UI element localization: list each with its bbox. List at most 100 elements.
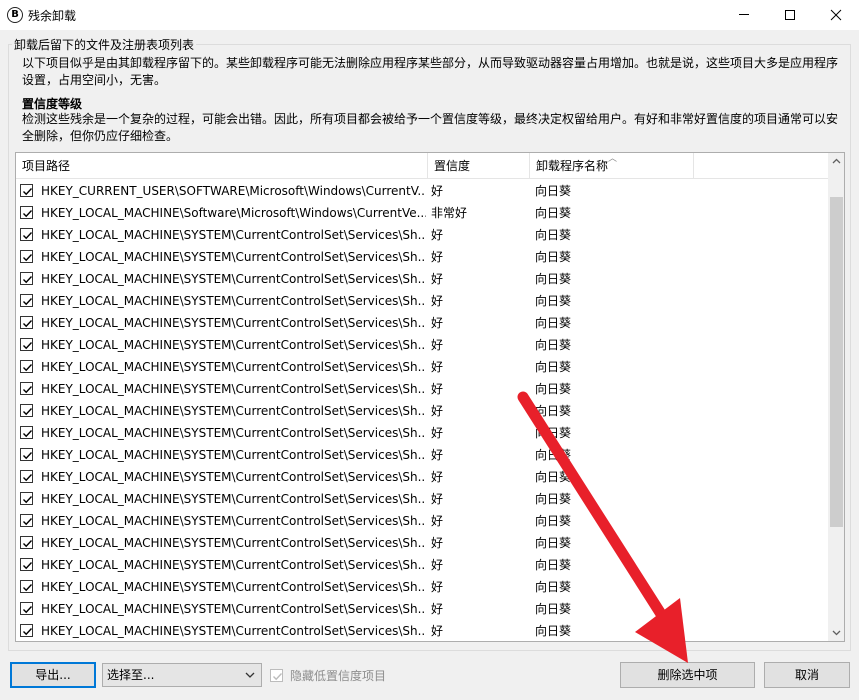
row-confidence: 好 [431,382,444,396]
row-path: HKEY_LOCAL_MACHINE\SYSTEM\CurrentControl… [41,426,426,440]
maximize-button[interactable] [767,0,813,30]
table-row[interactable]: HKEY_LOCAL_MACHINE\Software\Microsoft\Wi… [16,202,828,224]
row-checkbox[interactable] [20,470,33,483]
select-to-value: 选择至... [107,668,155,682]
table-row[interactable]: HKEY_LOCAL_MACHINE\SYSTEM\CurrentControl… [16,312,828,334]
row-checkbox[interactable] [20,184,33,197]
row-confidence: 好 [431,514,444,528]
row-checkbox[interactable] [20,558,33,571]
row-uninstaller: 向日葵 [535,338,572,352]
table-row[interactable]: HKEY_LOCAL_MACHINE\SYSTEM\CurrentControl… [16,268,828,290]
table-row[interactable]: HKEY_LOCAL_MACHINE\SYSTEM\CurrentControl… [16,378,828,400]
column-header-path[interactable]: 项目路径 [16,153,428,179]
checkmark-icon [23,474,33,482]
table-row[interactable]: HKEY_LOCAL_MACHINE\SYSTEM\CurrentControl… [16,554,828,576]
row-checkbox[interactable] [20,536,33,549]
export-button[interactable]: 导出... [10,662,96,688]
table-row[interactable]: HKEY_LOCAL_MACHINE\SYSTEM\CurrentControl… [16,246,828,268]
checkmark-icon [23,496,33,504]
confidence-description: 检测这些残余是一个复杂的过程，可能会出错。因此，所有项目都会被给予一个置信度等级… [22,112,839,143]
row-checkbox[interactable] [20,338,33,351]
vertical-scrollbar[interactable] [828,153,844,641]
table-row[interactable]: HKEY_LOCAL_MACHINE\SYSTEM\CurrentControl… [16,224,828,246]
row-checkbox[interactable] [20,272,33,285]
dialog-client: 卸载后留下的文件及注册表项列表 以下项目似乎是由其卸载程序留下的。某些卸载程序可… [0,30,859,700]
row-confidence: 好 [431,272,444,286]
minimize-button[interactable] [721,0,767,30]
scroll-down-button[interactable] [828,624,844,641]
row-confidence: 好 [431,536,444,550]
hide-low-confidence-checkbox[interactable] [270,669,283,682]
checkmark-icon [23,342,33,350]
row-checkbox[interactable] [20,448,33,461]
list-header: 项目路径 置信度 卸载程序名称 ︿ [16,153,828,179]
table-row[interactable]: HKEY_LOCAL_MACHINE\SYSTEM\CurrentControl… [16,356,828,378]
scroll-up-button[interactable] [828,153,844,170]
checkmark-icon [23,210,33,218]
row-checkbox[interactable] [20,404,33,417]
row-confidence: 好 [431,470,444,484]
app-b-icon: B [7,7,23,23]
checkmark-icon [23,188,33,196]
column-header-confidence[interactable]: 置信度 [428,153,530,179]
row-confidence: 好 [431,492,444,506]
row-confidence: 好 [431,580,444,594]
checkmark-icon [23,364,33,372]
table-row[interactable]: HKEY_LOCAL_MACHINE\SYSTEM\CurrentControl… [16,488,828,510]
row-checkbox[interactable] [20,382,33,395]
table-row[interactable]: HKEY_LOCAL_MACHINE\SYSTEM\CurrentControl… [16,290,828,312]
checkmark-icon [23,518,33,526]
delete-selected-button[interactable]: 删除选中项 [620,662,755,688]
table-row[interactable]: HKEY_LOCAL_MACHINE\SYSTEM\CurrentControl… [16,510,828,532]
row-checkbox[interactable] [20,624,33,637]
group-legend: 卸载后留下的文件及注册表项列表 [12,36,197,53]
row-uninstaller: 向日葵 [535,184,572,198]
table-row[interactable]: HKEY_LOCAL_MACHINE\SYSTEM\CurrentControl… [16,400,828,422]
row-path: HKEY_LOCAL_MACHINE\SYSTEM\CurrentControl… [41,404,426,418]
table-row[interactable]: HKEY_LOCAL_MACHINE\SYSTEM\CurrentControl… [16,598,828,620]
row-checkbox[interactable] [20,580,33,593]
row-path: HKEY_LOCAL_MACHINE\SYSTEM\CurrentControl… [41,558,426,572]
table-row[interactable]: HKEY_CURRENT_USER\SOFTWARE\Microsoft\Win… [16,180,828,202]
leftovers-list[interactable]: 项目路径 置信度 卸载程序名称 ︿ HKEY_CURRENT_USER\SOFT… [15,152,845,642]
table-row[interactable]: HKEY_LOCAL_MACHINE\SYSTEM\CurrentControl… [16,532,828,554]
row-uninstaller: 向日葵 [535,470,572,484]
table-row[interactable]: HKEY_LOCAL_MACHINE\SYSTEM\CurrentControl… [16,444,828,466]
scrollbar-thumb[interactable] [830,197,843,527]
row-checkbox[interactable] [20,228,33,241]
row-uninstaller: 向日葵 [535,580,572,594]
scroll-up-arrow-icon [832,158,841,164]
row-checkbox[interactable] [20,514,33,527]
checkmark-icon [23,540,33,548]
window-title: 残余卸载 [28,9,77,23]
cancel-button[interactable]: 取消 [764,662,850,688]
row-confidence: 好 [431,624,444,638]
table-row[interactable]: HKEY_LOCAL_MACHINE\SYSTEM\CurrentControl… [16,466,828,488]
row-path: HKEY_LOCAL_MACHINE\SYSTEM\CurrentControl… [41,272,426,286]
checkmark-icon [23,584,33,592]
close-button[interactable] [813,0,859,30]
row-checkbox[interactable] [20,602,33,615]
scroll-down-arrow-icon [832,630,841,636]
row-path: HKEY_LOCAL_MACHINE\SYSTEM\CurrentControl… [41,316,426,330]
row-checkbox[interactable] [20,492,33,505]
select-to-dropdown[interactable]: 选择至... [102,663,262,687]
checkmark-icon [23,562,33,570]
row-path: HKEY_LOCAL_MACHINE\SYSTEM\CurrentControl… [41,294,426,308]
table-row[interactable]: HKEY_LOCAL_MACHINE\SYSTEM\CurrentControl… [16,422,828,444]
row-path: HKEY_LOCAL_MACHINE\SYSTEM\CurrentControl… [41,580,426,594]
row-confidence: 好 [431,448,444,462]
row-confidence: 好 [431,316,444,330]
table-row[interactable]: HKEY_LOCAL_MACHINE\SYSTEM\CurrentControl… [16,576,828,598]
row-path: HKEY_LOCAL_MACHINE\SYSTEM\CurrentControl… [41,382,426,396]
checkmark-icon [23,232,33,240]
row-path: HKEY_LOCAL_MACHINE\SYSTEM\CurrentControl… [41,250,426,264]
table-row[interactable]: HKEY_LOCAL_MACHINE\SYSTEM\CurrentControl… [16,620,828,641]
row-checkbox[interactable] [20,426,33,439]
row-checkbox[interactable] [20,294,33,307]
row-checkbox[interactable] [20,316,33,329]
table-row[interactable]: HKEY_LOCAL_MACHINE\SYSTEM\CurrentControl… [16,334,828,356]
row-checkbox[interactable] [20,250,33,263]
row-checkbox[interactable] [20,360,33,373]
row-checkbox[interactable] [20,206,33,219]
